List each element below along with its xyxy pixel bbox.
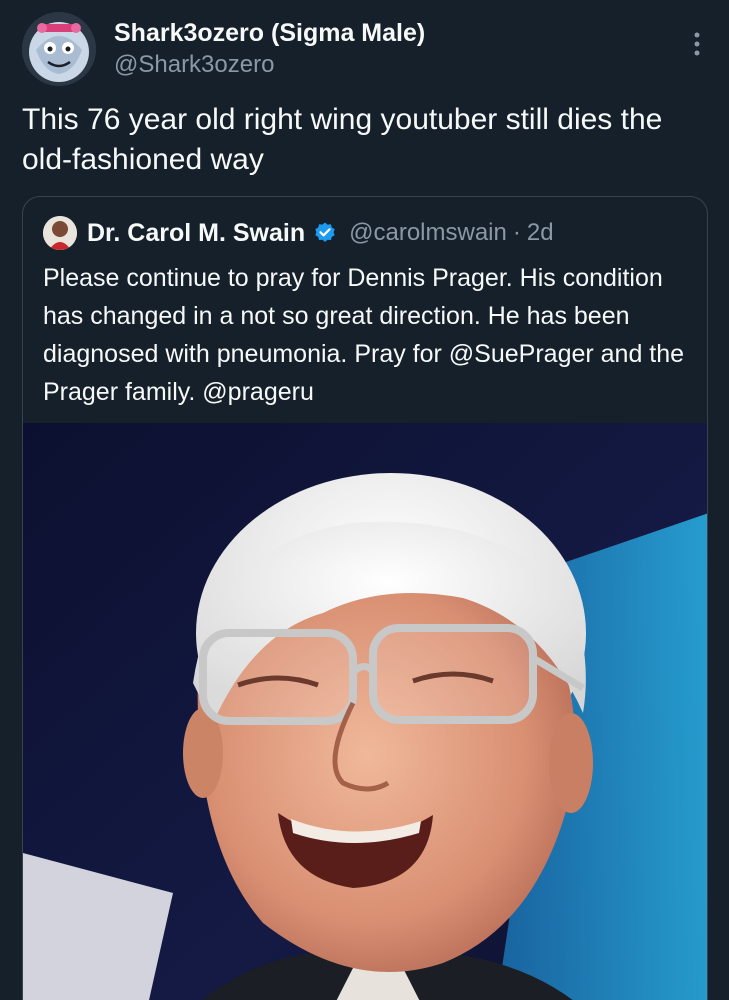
portrait-photo bbox=[23, 423, 707, 1000]
quoted-tweet-text: Please continue to pray for Dennis Prage… bbox=[43, 264, 685, 406]
more-options-button[interactable] bbox=[682, 24, 712, 64]
quoted-author-handle[interactable]: @carolmswain bbox=[349, 219, 507, 247]
tweet: Shark3ozero (Sigma Male) @Shark3ozero Th… bbox=[0, 0, 729, 1000]
quoted-tweet-photo[interactable] bbox=[23, 423, 707, 1000]
more-vertical-icon bbox=[694, 32, 700, 56]
verified-badge-icon bbox=[315, 222, 335, 242]
tweet-author-row: Shark3ozero (Sigma Male) @Shark3ozero bbox=[22, 12, 712, 92]
author-names: Shark3ozero (Sigma Male) @Shark3ozero bbox=[114, 18, 425, 80]
quoted-tweet-timestamp[interactable]: 2d bbox=[527, 219, 554, 247]
quoted-author-display-name[interactable]: Dr. Carol M. Swain bbox=[87, 219, 305, 248]
separator-dot: · bbox=[512, 219, 521, 246]
shark-avatar-icon bbox=[22, 12, 96, 86]
quoted-tweet-header: Dr. Carol M. Swain @carolmswain · 2d bbox=[43, 215, 554, 251]
tweet-text: This 76 year old right wing youtuber sti… bbox=[22, 103, 663, 176]
author-avatar[interactable] bbox=[22, 12, 96, 86]
author-handle[interactable]: @Shark3ozero bbox=[114, 50, 425, 80]
quoted-author-avatar[interactable] bbox=[43, 216, 77, 250]
author-display-name[interactable]: Shark3ozero (Sigma Male) bbox=[114, 18, 425, 48]
person-avatar-icon bbox=[43, 216, 77, 250]
quoted-tweet-card[interactable]: Dr. Carol M. Swain @carolmswain · 2d Ple… bbox=[22, 196, 708, 1000]
